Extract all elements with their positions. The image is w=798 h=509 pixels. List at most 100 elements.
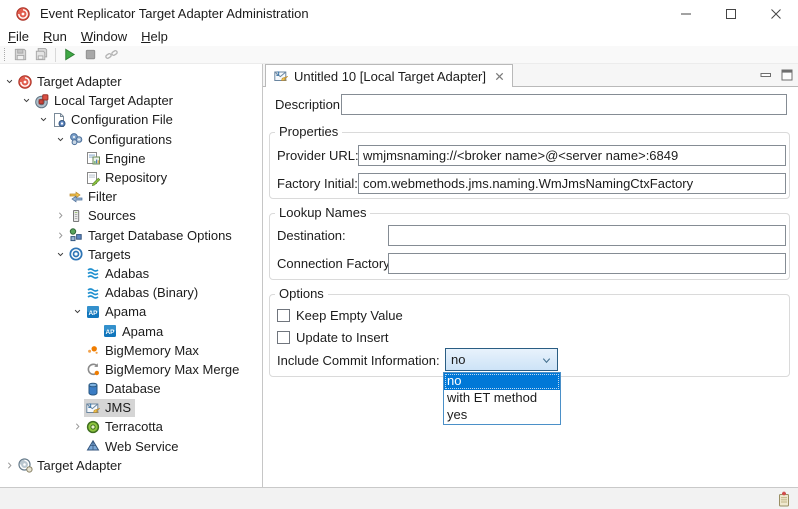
destination-input[interactable] <box>388 225 786 246</box>
keep-empty-value-checkbox[interactable] <box>277 309 290 322</box>
editor-tab-title: Untitled 10 [Local Target Adapter] <box>294 69 486 84</box>
tree-item-jms[interactable]: J JMS <box>0 398 262 417</box>
filter-icon <box>68 189 84 205</box>
adabas-icon <box>85 285 101 301</box>
configurations-icon <box>68 131 84 147</box>
tree-item-targets[interactable]: Targets <box>0 245 262 264</box>
save-all-button <box>31 46 52 64</box>
factory-initial-label: Factory Initial: <box>277 176 358 191</box>
close-button[interactable] <box>753 0 798 28</box>
twistie-spacer <box>70 401 84 415</box>
chevron-right-icon[interactable] <box>53 228 67 242</box>
statusbar <box>0 487 798 509</box>
tree-item-sources[interactable]: Sources <box>0 206 262 225</box>
tree-item-label: Filter <box>88 189 117 204</box>
chevron-down-icon[interactable] <box>70 305 84 319</box>
stop-button <box>80 46 101 64</box>
tree-item-engine[interactable]: Engine <box>0 149 262 168</box>
tree-item-configuration-file[interactable]: Configuration File <box>0 110 262 129</box>
tree-item-adabas-binary[interactable]: Adabas (Binary) <box>0 283 262 302</box>
adabas-icon <box>85 265 101 281</box>
minimize-icon <box>680 8 692 20</box>
window-title: Event Replicator Target Adapter Administ… <box>40 6 309 22</box>
update-to-insert-checkbox[interactable] <box>277 331 290 344</box>
tree-item-target-database-options[interactable]: Target Database Options <box>0 226 262 245</box>
twistie-spacer <box>70 382 84 396</box>
tree-item-label: Adabas <box>105 266 149 281</box>
editor-panel: J Untitled 10 [Local Target Adapter] Des… <box>263 64 798 487</box>
run-button[interactable] <box>59 46 80 64</box>
menu-run[interactable]: Run <box>36 28 74 46</box>
chevron-down-icon[interactable] <box>53 132 67 146</box>
toolbar-grip[interactable] <box>4 48 5 61</box>
chevron-right-icon[interactable] <box>70 420 84 434</box>
tree-item-apama[interactable]: APApama <box>0 321 262 340</box>
tree-item-label: Configurations <box>88 132 172 147</box>
tree-item-terracotta[interactable]: Terracotta <box>0 417 262 436</box>
editor-tabbar: J Untitled 10 [Local Target Adapter] <box>263 64 798 87</box>
fast-view-icon[interactable] <box>778 491 790 507</box>
tree-item-adabas[interactable]: Adabas <box>0 264 262 283</box>
tree-item-apama[interactable]: APApama <box>0 302 262 321</box>
tab-close-icon[interactable] <box>494 71 505 82</box>
tree-item-bigmemory-max-merge[interactable]: BigMemory Max Merge <box>0 360 262 379</box>
dropdown-option-with-et-method[interactable]: with ET method <box>444 390 560 407</box>
tree-item-label: Web Service <box>105 439 178 454</box>
panel-sash[interactable] <box>260 64 266 487</box>
tree-item-target-adapter[interactable]: Target Adapter <box>0 72 262 91</box>
disconnect-button <box>101 46 122 64</box>
editor-tab[interactable]: J Untitled 10 [Local Target Adapter] <box>265 64 513 87</box>
menu-help[interactable]: Help <box>134 28 175 46</box>
tree-item-label: Adabas (Binary) <box>105 285 198 300</box>
web-service-icon <box>85 438 101 454</box>
destination-label: Destination: <box>277 228 346 243</box>
description-input[interactable] <box>341 94 787 115</box>
bigmemory-max-merge-icon <box>85 361 101 377</box>
tree-item-database[interactable]: Database <box>0 379 262 398</box>
chevron-right-icon[interactable] <box>53 209 67 223</box>
tree-item-filter[interactable]: Filter <box>0 187 262 206</box>
properties-group: Properties Provider URL: Factory Initial… <box>269 132 790 199</box>
tree-item-label: BigMemory Max <box>105 343 199 358</box>
menu-file[interactable]: File <box>1 28 36 46</box>
tree-item-label: Apama <box>105 304 146 319</box>
target-adapter-icon <box>17 74 33 90</box>
tree-item-target-adapter[interactable]: Target Adapter <box>0 456 262 475</box>
tree-item-label: Engine <box>105 151 145 166</box>
run-icon <box>62 47 77 62</box>
chevron-down-icon[interactable] <box>19 94 33 108</box>
dropdown-option-yes[interactable]: yes <box>444 407 560 424</box>
tree-item-label: BigMemory Max Merge <box>105 362 239 377</box>
chevron-down-icon[interactable] <box>36 113 50 127</box>
tree-item-web-service[interactable]: Web Service <box>0 437 262 456</box>
tree-item-label: JMS <box>105 400 131 415</box>
minimize-view-icon[interactable] <box>760 69 772 81</box>
include-commit-combobox[interactable]: no <box>445 348 558 371</box>
chevron-down-icon <box>541 355 552 366</box>
chevron-right-icon[interactable] <box>2 458 16 472</box>
tree-item-configurations[interactable]: Configurations <box>0 130 262 149</box>
chevron-down-icon[interactable] <box>2 75 16 89</box>
properties-group-title: Properties <box>275 124 342 139</box>
connection-factory-input[interactable] <box>388 253 786 274</box>
twistie-spacer <box>70 343 84 357</box>
factory-initial-input[interactable] <box>358 173 786 194</box>
provider-url-input[interactable] <box>358 145 786 166</box>
svg-text:J: J <box>88 403 92 410</box>
maximize-button[interactable] <box>708 0 753 28</box>
chevron-down-icon[interactable] <box>53 247 67 261</box>
tree-item-label: Sources <box>88 208 136 223</box>
dropdown-option-no[interactable]: no <box>444 373 560 390</box>
options-group: Options Keep Empty Value Update to Inser… <box>269 294 790 377</box>
maximize-view-icon[interactable] <box>781 69 793 81</box>
close-icon <box>770 8 782 20</box>
minimize-button[interactable] <box>663 0 708 28</box>
tree-item-label: Apama <box>122 324 163 339</box>
menu-window[interactable]: Window <box>74 28 134 46</box>
terracotta-icon <box>85 419 101 435</box>
tree-item-repository[interactable]: Repository <box>0 168 262 187</box>
include-commit-information-label: Include Commit Information: <box>277 353 440 368</box>
app-icon <box>15 6 31 22</box>
tree-item-bigmemory-max[interactable]: BigMemory Max <box>0 341 262 360</box>
tree-item-local-target-adapter[interactable]: Local Target Adapter <box>0 91 262 110</box>
